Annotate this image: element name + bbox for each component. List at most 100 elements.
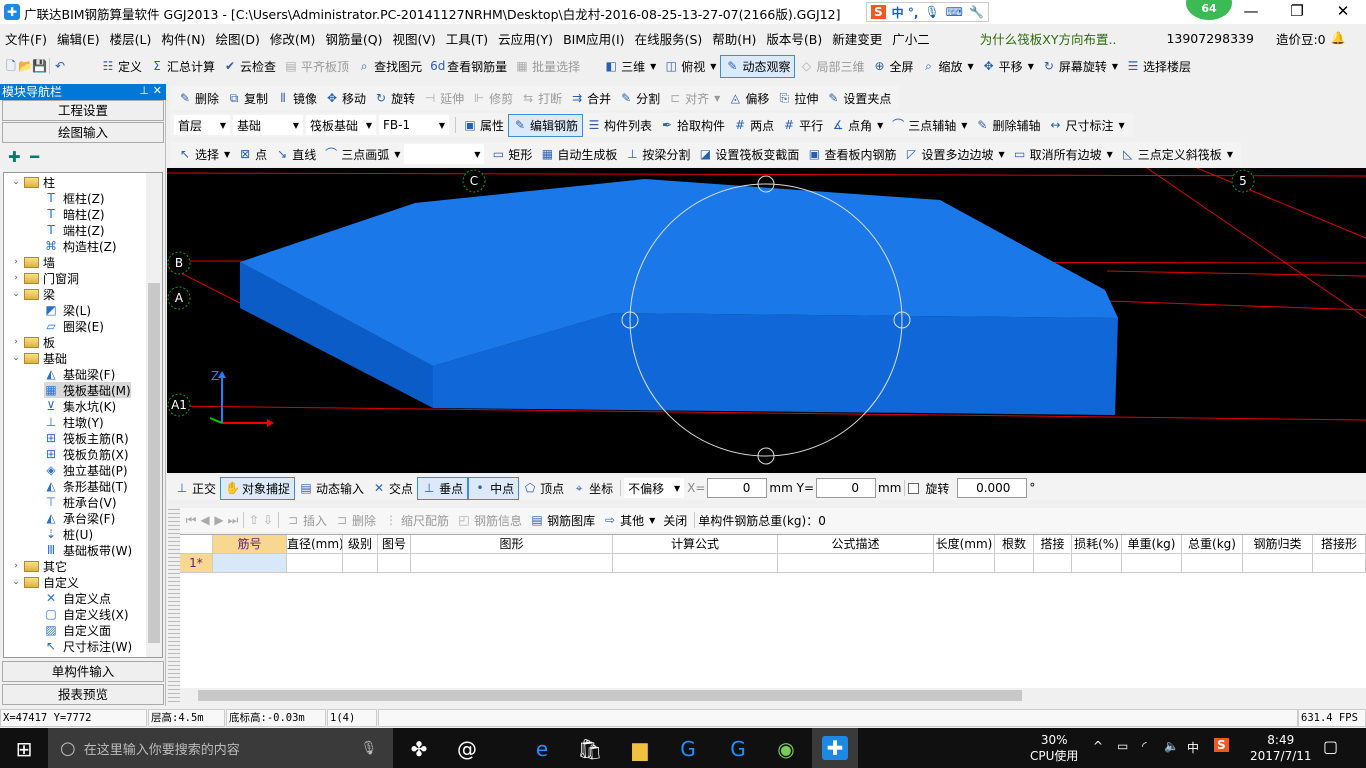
angle-input[interactable]: 0.000 [957,478,1028,498]
tree-item[interactable]: ▢ 自定义线(X) [44,606,128,622]
style-select[interactable]: ▼ [404,144,485,164]
column-header[interactable]: 钢筋归类 [1243,535,1313,554]
volume-icon[interactable]: 🔈 [1164,739,1179,753]
single-component-input-button[interactable]: 单构件输入 [2,661,164,682]
edit-tool-button[interactable]: ⊩ 修剪 [468,88,517,109]
toolbar1-item-button[interactable]: ⌕ 查找图元 [353,56,426,77]
maximize-button[interactable]: ❐ [1274,0,1320,24]
chevron-down-icon[interactable]: ▼ [968,62,974,71]
chevron-down-icon[interactable]: ⌄ [10,353,22,363]
menu-item[interactable]: 修改(M) [265,29,321,48]
toolbar1-item-button[interactable]: ✔ 云检查 [219,56,280,77]
floor-select[interactable]: 首层 ▼ [174,115,230,135]
table-cell[interactable] [995,554,1034,573]
sogou-tray-icon[interactable]: S [1214,738,1229,752]
save-icon[interactable]: 💾 [32,59,47,73]
chevron-down-icon[interactable]: ▼ [224,150,230,159]
menu-item[interactable]: 构件(N) [156,29,210,48]
column-header[interactable]: 级别 [343,535,378,554]
tree-item[interactable]: ⊥ 柱墩(Y) [44,414,104,430]
rotate-checkbox[interactable] [908,482,920,494]
component-tool-button[interactable]: ↔ 尺寸标注 ▼ [1044,115,1128,136]
tree-item[interactable]: ⌘ 构造柱(Z) [44,238,117,254]
menu-item[interactable]: 编辑(E) [52,29,105,48]
tree-item[interactable]: ▦ 筏板基础(M) [44,382,131,398]
menu-item[interactable]: 视图(V) [387,29,440,48]
show-hidden-icons[interactable]: ^ [1093,739,1103,753]
edit-tool-button[interactable]: ✥ 移动 [321,88,370,109]
toolbar1-item-button[interactable]: ▤ 平齐板顶 [280,56,353,77]
menu-item[interactable]: 新建变更 [827,29,887,48]
hint-link[interactable]: 为什么筏板XY方向布置.. [975,29,1122,48]
column-header[interactable]: 长度(mm) [934,535,995,554]
menu-item[interactable]: 广小二 [887,29,935,48]
table-cell[interactable] [1122,554,1182,573]
snap-tool-button[interactable]: ⊥ 垂点 [417,476,469,500]
toolbar1-item-button[interactable]: ◫ 俯视 ▼ [660,56,720,77]
snap-tool-button[interactable]: ✋ 对象捕捉 [220,476,296,500]
toolbar1-item-button[interactable]: ⊕ 全屏 [868,56,917,77]
menu-item[interactable]: 工具(T) [441,29,493,48]
glodon-app-icon[interactable]: G [674,736,702,762]
menu-item[interactable]: 楼层(L) [105,29,157,48]
table-cell[interactable] [213,554,287,573]
column-header[interactable]: 筋号 [213,535,287,554]
component-tool-button[interactable]: ✒ 拾取构件 [656,115,729,136]
tree-item[interactable]: ▱ 圈梁(E) [44,318,104,334]
chevron-down-icon[interactable]: ▼ [1107,150,1113,159]
toolbar1-item-button[interactable]: ☰ 选择楼层 [1122,56,1195,77]
edit-tool-button[interactable]: ✎ 设置夹点 [822,88,895,109]
toolbar1-item-button[interactable]: ◧ 三维 ▼ [600,56,660,77]
draw-tool-button[interactable]: ▦ 自动生成板 [536,144,621,165]
edit-tool-button[interactable]: ⇉ 合并 [566,88,615,109]
tree-item[interactable]: ◭ 条形基础(T) [44,478,127,494]
tree-item[interactable]: ⇣ 桩(U) [44,526,93,542]
tree-folder[interactable]: ⌄ 自定义 [10,574,79,590]
chevron-right-icon[interactable]: › [10,561,22,571]
table-cell[interactable] [411,554,613,573]
tree-scrollbar[interactable] [146,173,162,657]
column-header[interactable]: 搭接 [1034,535,1072,554]
table-cell[interactable] [778,554,934,573]
tree-item[interactable]: T 端柱(Z) [44,222,104,238]
menu-item[interactable]: 云应用(Y) [493,29,558,48]
tree-folder[interactable]: › 墙 [10,254,55,270]
edit-tool-button[interactable]: ✎ 删除 [174,88,223,109]
offset-select[interactable]: 不偏移 ▼ [624,478,685,498]
column-header[interactable]: 公式描述 [778,535,934,554]
tree-item[interactable]: ◭ 承台梁(F) [44,510,115,526]
drawing-input-button[interactable]: 绘图输入 [2,122,164,143]
tree-folder[interactable]: › 其它 [10,558,67,574]
microphone-icon[interactable]: 🎙 [360,741,377,756]
column-header[interactable]: 单重(kg) [1122,535,1182,554]
type-select[interactable]: 基础 ▼ [233,115,303,135]
tree-item[interactable]: ⊞ 筏板主筋(R) [44,430,129,446]
edit-tool-button[interactable]: ◬ 偏移 [724,88,773,109]
chevron-down-icon[interactable]: ▼ [1118,121,1124,130]
menu-item[interactable]: BIM应用(I) [558,29,630,48]
prev-record-icon[interactable]: ◀ [198,513,212,527]
user-account[interactable]: 13907298339 [1161,31,1258,46]
new-file-icon[interactable]: 🗋 [4,59,18,73]
close-button[interactable]: ✕ [1320,0,1366,24]
table-cell[interactable] [1313,554,1366,573]
tree-item[interactable]: ◈ 独立基础(P) [44,462,127,478]
edit-tool-button[interactable]: ⧉ 复制 [223,88,272,109]
rebar-tool-button[interactable]: ◰ 钢筋信息 [453,510,526,531]
column-header[interactable]: 直径(mm) [287,535,343,554]
edit-tool-button[interactable]: ✎ 分割 [615,88,664,109]
tree-item[interactable]: ⊻ 集水坑(K) [44,398,117,414]
horizontal-scrollbar[interactable] [180,688,1366,703]
tree-folder[interactable]: ⌄ 基础 [10,350,67,366]
move-down-icon[interactable]: ⇩ [261,513,275,527]
column-header[interactable]: 计算公式 [613,535,778,554]
snap-tool-button[interactable]: ✕ 交点 [368,478,417,499]
component-tool-button[interactable]: ☰ 构件列表 [583,115,656,136]
chevron-right-icon[interactable]: › [10,257,22,267]
table-cell[interactable] [613,554,778,573]
ggj-app-icon[interactable]: ✚ [812,728,858,768]
chevron-down-icon[interactable]: ▼ [961,121,967,130]
tree-item[interactable]: Ⅲ 基础板带(W) [44,542,132,558]
tree-folder[interactable]: ⌄ 梁 [10,286,55,302]
component-tool-button[interactable]: # 平行 [778,115,827,136]
